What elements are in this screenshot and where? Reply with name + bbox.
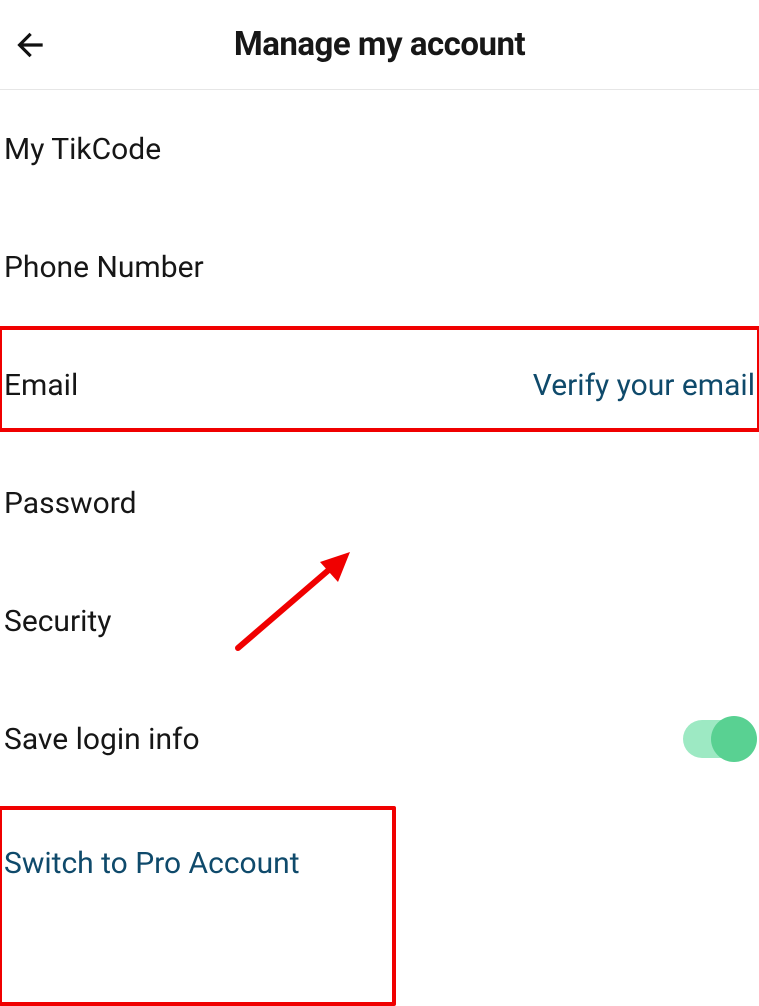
row-label: Switch to Pro Account xyxy=(4,846,300,881)
header: Manage my account xyxy=(0,0,759,90)
settings-list: My TikCode Phone Number Email Verify you… xyxy=(0,90,759,798)
row-switch-pro-account[interactable]: Switch to Pro Account xyxy=(4,846,300,881)
toggle-knob xyxy=(711,716,757,762)
row-label: Password xyxy=(4,486,137,521)
row-password[interactable]: Password xyxy=(0,444,759,562)
row-label: My TikCode xyxy=(4,132,161,167)
row-label: Email xyxy=(4,368,78,403)
row-label: Save login info xyxy=(4,722,200,757)
row-save-login-info[interactable]: Save login info xyxy=(0,680,759,798)
annotation-highlight-pro xyxy=(0,806,396,1006)
row-tikcode[interactable]: My TikCode xyxy=(0,90,759,208)
row-phone-number[interactable]: Phone Number xyxy=(0,208,759,326)
save-login-toggle[interactable] xyxy=(683,720,755,758)
row-security[interactable]: Security xyxy=(0,562,759,680)
verify-email-link[interactable]: Verify your email xyxy=(533,368,755,403)
arrow-left-icon xyxy=(11,26,49,64)
row-label: Phone Number xyxy=(4,250,204,285)
back-button[interactable] xyxy=(6,21,54,69)
row-email[interactable]: Email Verify your email xyxy=(0,326,759,444)
page-title: Manage my account xyxy=(234,25,525,64)
row-label: Security xyxy=(4,604,111,639)
